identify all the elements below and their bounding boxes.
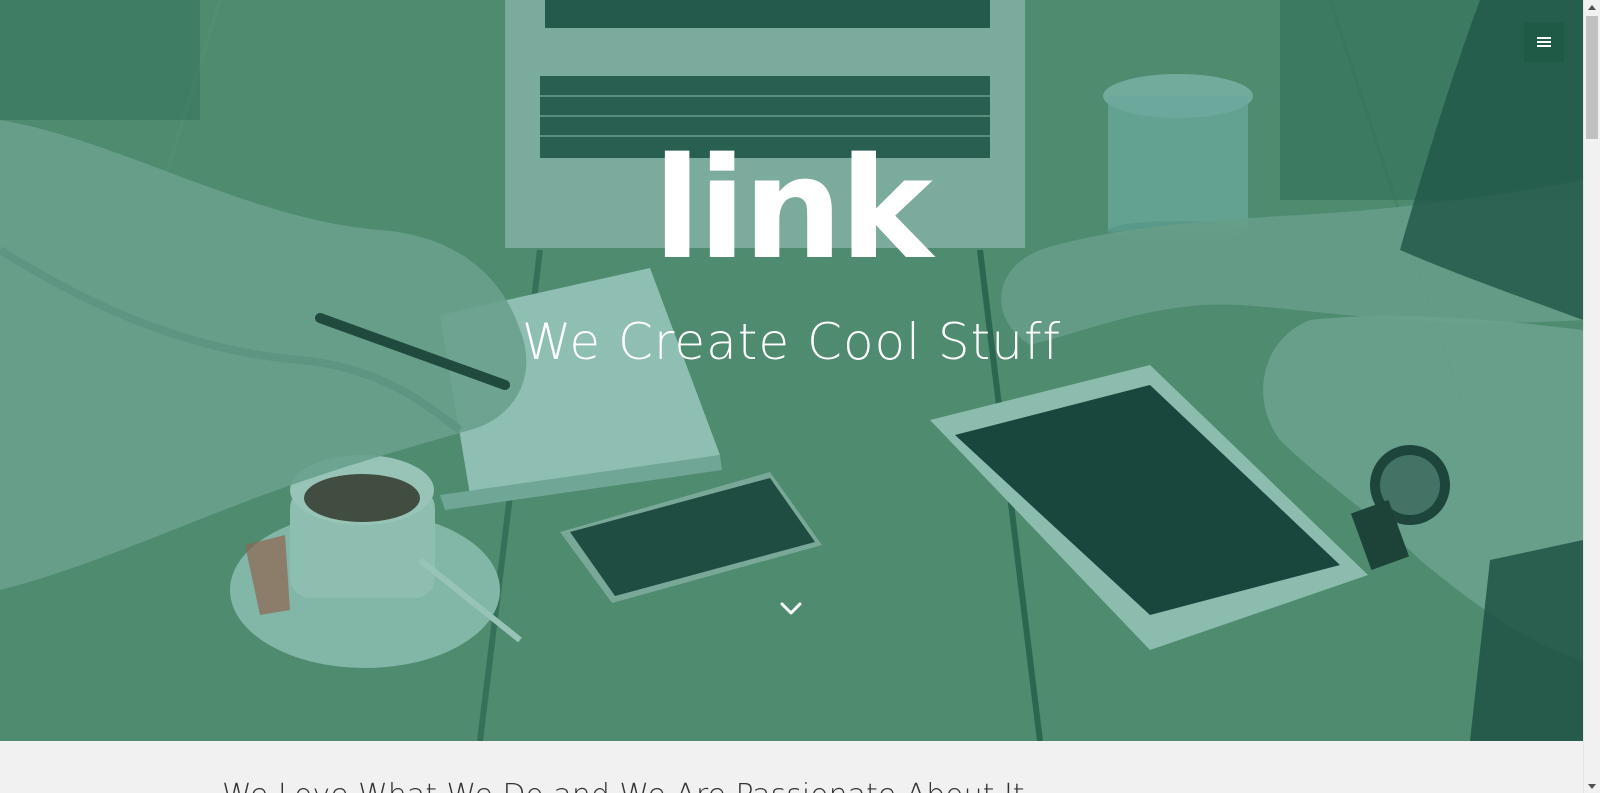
scroll-down-arrow[interactable] (1584, 779, 1600, 793)
scroll-up-arrow[interactable] (1584, 0, 1600, 14)
chevron-down-icon (780, 602, 802, 615)
scrollbar-thumb[interactable] (1586, 16, 1598, 139)
hamburger-menu-icon (1537, 37, 1551, 47)
triangle-down-icon (1588, 783, 1596, 789)
hero-section: link We Create Cool Stuff (0, 0, 1583, 741)
hero-tagline: We Create Cool Stuff (521, 313, 1062, 371)
menu-toggle-button[interactable] (1524, 22, 1564, 62)
triangle-up-icon (1588, 4, 1596, 10)
site-logo-title: link (653, 128, 933, 291)
scroll-down-button[interactable] (776, 596, 806, 620)
page: link We Create Cool Stuff We Love What W… (0, 0, 1600, 793)
page-scrollbar[interactable] (1583, 0, 1600, 793)
intro-heading: We Love What We Do and We Are Passionate… (222, 776, 1322, 793)
